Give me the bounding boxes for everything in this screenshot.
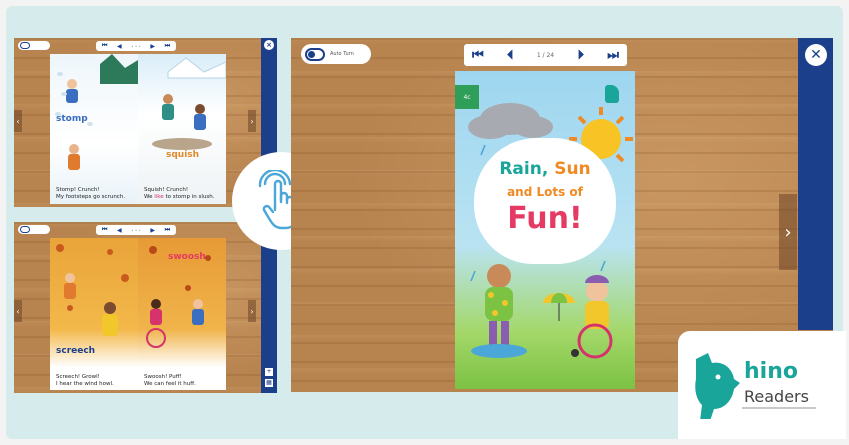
- book-page-right: squish Squish! Crunch! We like to stomp …: [138, 54, 226, 204]
- next-page-icon[interactable]: ▶: [150, 227, 155, 234]
- prev-arrow-button[interactable]: ‹: [14, 110, 22, 132]
- chevron-right-icon: ›: [784, 221, 792, 243]
- last-page-icon[interactable]: ⏭: [165, 42, 170, 50]
- auto-turn-toggle[interactable]: Auto Turn: [301, 44, 371, 64]
- caption-line: Screech! Growl!: [56, 374, 100, 380]
- caption-line: We like to stomp in slush.: [144, 194, 214, 201]
- title-bubble: Rain, Sun and Lots of Fun!: [477, 141, 613, 261]
- next-arrow-button[interactable]: ›: [779, 194, 797, 270]
- sound-effect-text: squish: [166, 150, 200, 160]
- page-counter: • • •: [131, 43, 141, 49]
- caption: Swoosh! Puff! We can feel it huff.: [144, 374, 196, 388]
- next-page-icon[interactable]: ▶: [150, 43, 155, 50]
- book-page-right: swoosh Swoosh! Puff! We can feel it huff…: [138, 238, 226, 390]
- toggle-icon: [20, 42, 30, 49]
- rhino-icon: [695, 353, 740, 419]
- prev-arrow-button[interactable]: ‹: [14, 300, 22, 322]
- level-badge: 4c: [455, 85, 479, 109]
- caption-line: Stomp! Crunch!: [56, 187, 100, 193]
- caption-word: to stomp in slush.: [165, 194, 215, 200]
- page-navigation: ⏮ ◀ • • • ▶ ⏭: [96, 225, 176, 235]
- caption-line: Swoosh! Puff!: [144, 374, 182, 380]
- caption: Squish! Crunch! We like to stomp in slus…: [144, 187, 214, 201]
- thumbnail-reader-bottom: + ▦ ⏮ ◀ • • • ▶ ⏭ ‹ › screech Screech! G…: [14, 222, 277, 393]
- title-word: Sun: [554, 159, 591, 179]
- first-page-icon[interactable]: ⏮: [102, 42, 107, 50]
- next-page-icon[interactable]: ⏵: [577, 48, 584, 63]
- winter-illustration: [152, 57, 226, 150]
- rhino-icon: [605, 85, 619, 103]
- close-icon: ✕: [810, 47, 822, 63]
- first-page-icon[interactable]: ⏮: [102, 226, 107, 234]
- close-button[interactable]: ×: [264, 40, 274, 50]
- level-badge-text: 4c: [463, 93, 471, 101]
- caption-line: Squish! Crunch!: [144, 187, 189, 193]
- auto-turn-toggle[interactable]: [18, 225, 50, 234]
- prev-page-icon[interactable]: ⏴: [507, 48, 514, 63]
- logo-underline: [742, 407, 816, 409]
- prev-page-icon[interactable]: ◀: [117, 43, 122, 50]
- book-page-left: screech Screech! Growl! I hear the wind …: [50, 238, 138, 390]
- reader-sidebar: [798, 38, 833, 330]
- book-cover[interactable]: 4c Rain, Sun and Lots of Fun!: [455, 71, 635, 389]
- sound-effect-text: stomp: [56, 114, 88, 124]
- caption-line: We can feel it huff.: [144, 381, 196, 387]
- next-arrow-button[interactable]: ›: [248, 300, 256, 322]
- next-arrow-button[interactable]: ›: [248, 110, 256, 132]
- grid-icon[interactable]: ▦: [265, 379, 273, 387]
- logo-wordmark: hino: [744, 359, 798, 384]
- page-navigation: ⏮ ◀ • • • ▶ ⏭: [96, 41, 176, 51]
- book-title-line2: and Lots of: [507, 185, 583, 199]
- caption: Stomp! Crunch! My footsteps go scrunch.: [56, 187, 125, 201]
- first-page-icon[interactable]: ⏮: [472, 48, 484, 63]
- sound-effect-text: swoosh: [168, 252, 206, 262]
- auto-turn-toggle[interactable]: [18, 41, 50, 50]
- toggle-icon: [305, 47, 325, 61]
- prev-page-icon[interactable]: ◀: [117, 227, 122, 234]
- title-word: Rain,: [499, 159, 549, 179]
- book-title-line3: Fun!: [507, 201, 583, 236]
- close-button[interactable]: ✕: [805, 44, 827, 66]
- logo-subtitle: Readers: [744, 387, 809, 406]
- auto-turn-label: Auto Turn: [330, 51, 354, 57]
- book-page-left: stomp Stomp! Crunch! My footsteps go scr…: [50, 54, 138, 204]
- rhino-readers-logo: hino Readers: [678, 331, 846, 439]
- zoom-in-icon[interactable]: +: [265, 368, 273, 376]
- last-page-icon[interactable]: ⏭: [607, 48, 619, 63]
- highlighted-word[interactable]: like: [154, 194, 163, 200]
- cloud-icon: [468, 103, 553, 139]
- caption-word: We: [144, 194, 153, 200]
- caption: Screech! Growl! I hear the wind howl.: [56, 374, 114, 388]
- caption-line: My footsteps go scrunch.: [56, 194, 126, 200]
- sound-effect-text: screech: [56, 346, 96, 356]
- toggle-icon: [20, 226, 30, 233]
- caption-line: I hear the wind howl.: [56, 381, 114, 387]
- page-counter: 1 / 24: [536, 51, 555, 59]
- page-navigation: ⏮ ⏴ 1 / 24 ⏵ ⏭: [464, 44, 627, 66]
- book-title-line1: Rain, Sun: [477, 159, 613, 179]
- last-page-icon[interactable]: ⏭: [165, 226, 170, 234]
- page-counter: • • •: [131, 227, 141, 233]
